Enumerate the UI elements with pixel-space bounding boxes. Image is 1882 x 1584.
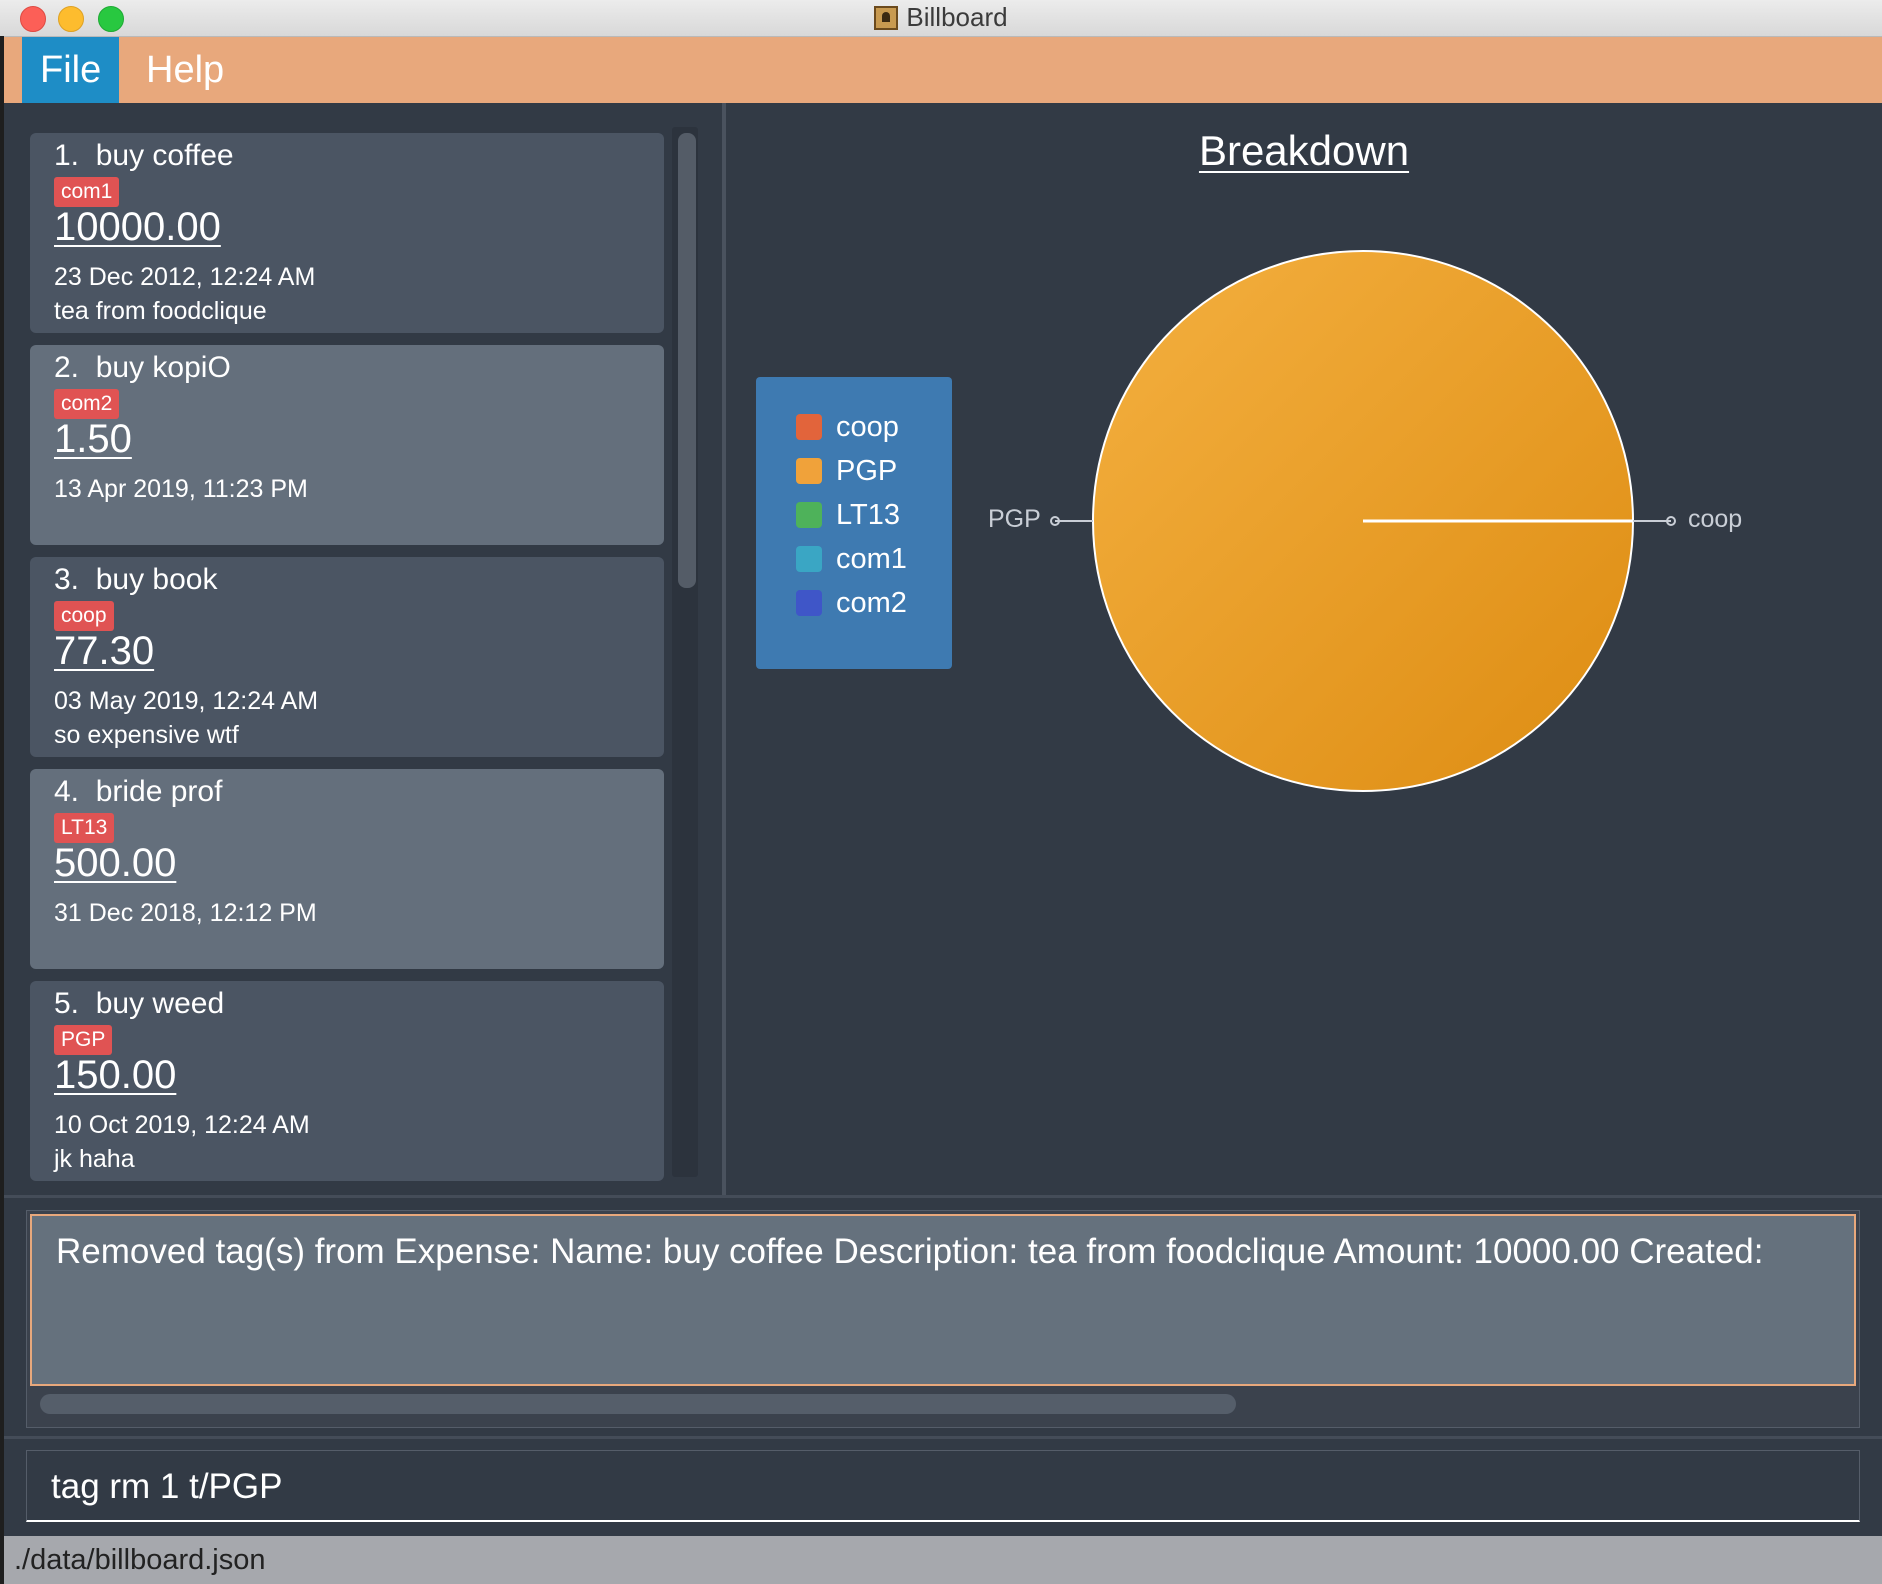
result-text: Removed tag(s) from Expense: Name: buy c… [56, 1232, 1764, 1271]
expense-description: tea from foodclique [54, 297, 267, 325]
app-icon [874, 6, 899, 30]
window-title: Billboard [906, 2, 1008, 32]
expense-name: buy coffee [95, 139, 234, 172]
expense-name: bride prof [95, 775, 223, 808]
expense-date: 13 Apr 2019, 11:23 PM [54, 475, 308, 503]
expense-description: so expensive wtf [54, 721, 239, 749]
result-horizontal-scrollbar[interactable] [40, 1394, 1236, 1414]
expense-index: 4. [54, 775, 80, 808]
expense-title: 4. bride prof [54, 775, 222, 809]
expense-date: 23 Dec 2012, 12:24 AM [54, 263, 316, 291]
expense-name: buy book [95, 563, 218, 596]
result-display[interactable]: Removed tag(s) from Expense: Name: buy c… [30, 1214, 1856, 1386]
expense-name: buy kopiO [95, 351, 231, 384]
window-title-wrap: Billboard [0, 0, 1882, 36]
expense-card[interactable]: 3. buy book coop 77.30 03 May 2019, 12:24 A… [30, 557, 664, 757]
expense-title: 5. buy weed [54, 987, 224, 1021]
expense-tag: PGP [54, 1025, 113, 1055]
expense-name: buy weed [95, 987, 225, 1020]
slice-label-coop: coop [1688, 505, 1743, 533]
expense-index: 2. [54, 351, 80, 384]
command-input[interactable]: tag rm 1 t/PGP [26, 1450, 1860, 1522]
chart-panel: Breakdown coop PGP LT13 com1 com2 PGP coop [726, 103, 1882, 1195]
expense-card[interactable]: 2. buy kopiO com2 1.50 13 Apr 2019, 11:23 P… [30, 345, 664, 545]
expense-tag: coop [54, 601, 114, 631]
expense-tag: com1 [54, 177, 120, 207]
menu-bar: File Help [4, 37, 1882, 103]
pie-chart [1050, 250, 1676, 792]
expense-title: 3. buy book [54, 563, 217, 597]
slice-label-pgp: PGP [988, 505, 1041, 533]
status-bar: ./data/billboard.json [4, 1536, 1882, 1584]
divider [4, 1195, 1882, 1198]
expense-amount: 150.00 [54, 1053, 177, 1097]
menu-help[interactable]: Help [128, 37, 242, 103]
expense-title: 2. buy kopiO [54, 351, 231, 385]
expense-date: 10 Oct 2019, 12:24 AM [54, 1111, 310, 1139]
expense-amount: 500.00 [54, 841, 177, 885]
expense-index: 3. [54, 563, 80, 596]
expense-amount: 1.50 [54, 417, 132, 461]
expense-amount: 77.30 [54, 629, 155, 673]
expense-index: 5. [54, 987, 80, 1020]
expense-title: 1. buy coffee [54, 139, 234, 173]
menu-file[interactable]: File [22, 37, 120, 103]
expense-index: 1. [54, 139, 80, 172]
expense-tag: com2 [54, 389, 120, 419]
expense-date: 03 May 2019, 12:24 AM [54, 687, 319, 715]
divider [4, 1436, 1882, 1439]
save-location: ./data/billboard.json [14, 1544, 266, 1576]
expense-description: jk haha [54, 1145, 135, 1173]
expense-card[interactable]: 5. buy weed PGP 150.00 10 Oct 2019, 12:24 A… [30, 981, 664, 1181]
expense-list-scroll-thumb[interactable] [678, 133, 696, 588]
title-bar: Billboard [0, 0, 1882, 37]
expense-amount: 10000.00 [54, 205, 221, 249]
expense-tag: LT13 [54, 813, 115, 843]
expense-card[interactable]: 4. bride prof LT13 500.00 31 Dec 2018, 12:1… [30, 769, 664, 969]
expense-card[interactable]: 1. buy coffee com1 10000.00 23 Dec 2012, 12… [30, 133, 664, 333]
command-text: tag rm 1 t/PGP [51, 1467, 283, 1506]
expense-date: 31 Dec 2018, 12:12 PM [54, 899, 317, 927]
